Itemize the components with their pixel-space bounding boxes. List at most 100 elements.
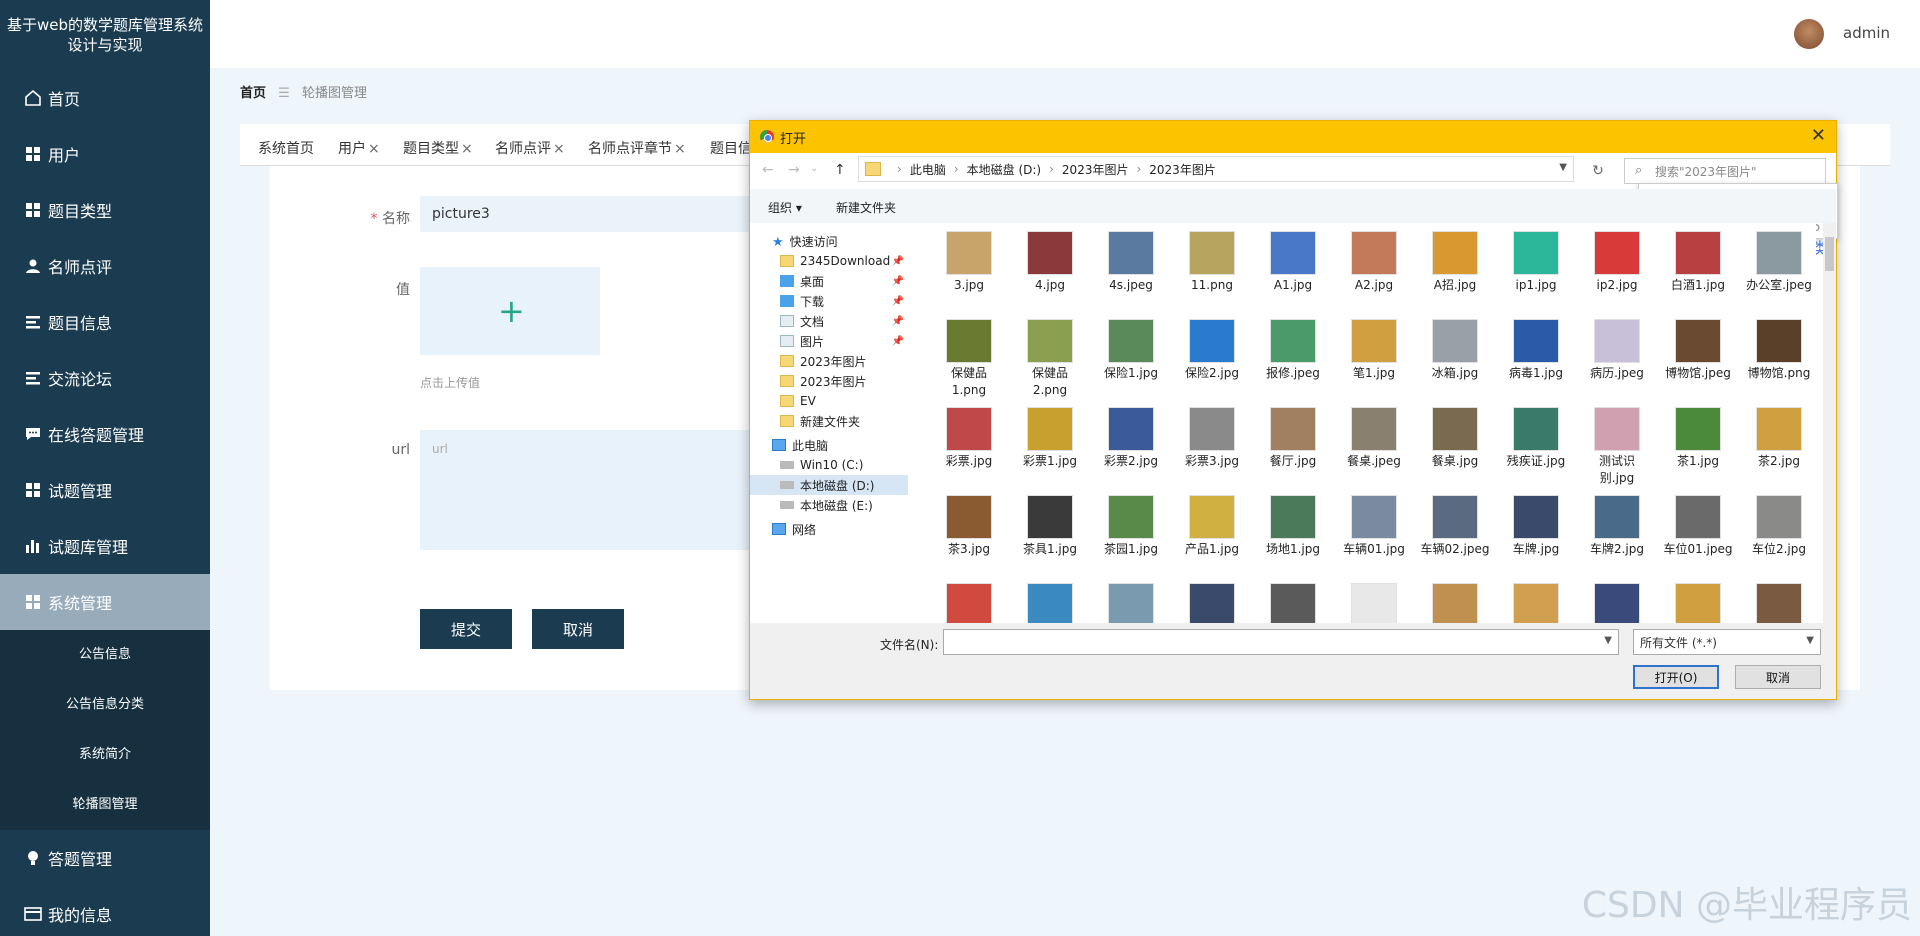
address-segment[interactable]: 本地磁盘 (D:) [967,161,1041,178]
sidebar-item-1[interactable]: 用户 [0,126,210,182]
file-item[interactable] [934,583,1004,623]
nav-pane-item[interactable]: 2023年图片 [750,351,908,371]
file-item[interactable]: 博物馆.png [1744,319,1814,382]
file-item[interactable]: A2.jpg [1339,231,1409,294]
file-scrollbar[interactable] [1823,223,1836,623]
submenu-item-2[interactable]: 系统简介 [0,730,210,780]
close-icon[interactable]: ✕ [1811,126,1826,146]
user-name[interactable]: admin [1843,24,1890,42]
chevron-down-icon[interactable]: ▼ [1559,162,1567,173]
file-item[interactable]: 报修.jpeg [1258,319,1328,382]
sidebar-item-10[interactable]: 答题管理 [0,830,210,886]
back-arrow-icon[interactable]: ← [762,162,774,178]
nav-pane-item[interactable]: 2023年图片 [750,371,908,391]
tab-users[interactable]: 用户 × [338,138,380,158]
file-item[interactable]: 博物馆.jpeg [1663,319,1733,382]
name-input[interactable]: picture3 [420,196,760,232]
file-item[interactable]: 办公室.jpeg [1744,231,1814,294]
file-item[interactable] [1582,583,1652,623]
file-item[interactable]: 车位2.jpg [1744,495,1814,558]
file-item[interactable]: 彩票.jpg [934,407,1004,470]
nav-pane-item[interactable]: 网络 [750,519,908,539]
dialog-cancel-button[interactable]: 取消 [1735,665,1821,689]
refresh-icon[interactable]: ↻ [1584,158,1612,184]
nav-pane-item[interactable]: EV [750,391,908,411]
file-item[interactable] [1096,583,1166,623]
file-item[interactable]: 白酒1.jpg [1663,231,1733,294]
file-item[interactable]: 残疾证.jpg [1501,407,1571,470]
file-item[interactable] [1501,583,1571,623]
file-item[interactable]: 11.png [1177,231,1247,294]
close-icon[interactable]: × [553,141,565,157]
upload-box[interactable]: + [420,267,600,355]
file-item[interactable]: 3.jpg [934,231,1004,294]
file-item[interactable]: 保健品1.png [934,319,1004,399]
file-item[interactable]: A招.jpg [1420,231,1490,294]
organize-button[interactable]: 组织 ▾ [768,199,802,216]
file-item[interactable]: 测试识别.jpg [1582,407,1652,487]
file-item[interactable]: 车牌2.jpg [1582,495,1652,558]
sidebar-item-2[interactable]: 题目类型 [0,182,210,238]
file-item[interactable]: ip1.jpg [1501,231,1571,294]
file-item[interactable] [1339,583,1409,623]
address-segment[interactable]: 2023年图片 [1062,161,1129,178]
breadcrumb-home[interactable]: 首页 [240,86,266,101]
file-item[interactable]: 冰箱.jpg [1420,319,1490,382]
new-folder-button[interactable]: 新建文件夹 [836,199,896,216]
nav-pane-item[interactable]: 本地磁盘 (D:) [750,475,908,495]
address-segment[interactable]: 此电脑 [910,161,946,178]
file-item[interactable]: 车牌.jpg [1501,495,1571,558]
tab-teacher-review-chapters[interactable]: 名师点评章节 × [588,138,686,158]
sidebar-item-7[interactable]: 试题管理 [0,462,210,518]
file-item[interactable] [1177,583,1247,623]
file-item[interactable] [1420,583,1490,623]
tab-question-types[interactable]: 题目类型 × [403,138,473,158]
nav-pane-item[interactable]: 桌面 📌 [750,271,908,291]
close-icon[interactable]: × [368,141,380,157]
file-item[interactable]: 保险2.jpg [1177,319,1247,382]
file-item[interactable]: 茶园1.jpg [1096,495,1166,558]
file-item[interactable]: A1.jpg [1258,231,1328,294]
sidebar-item-0[interactable]: 首页 [0,70,210,126]
file-item[interactable]: 车辆02.jpeg [1420,495,1490,558]
file-item[interactable] [1744,583,1814,623]
recent-locations-icon[interactable]: ⌄ [810,163,818,174]
file-item[interactable]: 彩票2.jpg [1096,407,1166,470]
file-item[interactable]: 场地1.jpg [1258,495,1328,558]
up-arrow-icon[interactable]: ↑ [834,162,846,178]
sidebar-item-8[interactable]: 试题库管理 [0,518,210,574]
submenu-item-1[interactable]: 公告信息分类 [0,680,210,730]
nav-pane-item[interactable]: 下载 📌 [750,291,908,311]
cancel-button[interactable]: 取消 [532,609,624,649]
sidebar-item-3[interactable]: 名师点评 [0,238,210,294]
file-item[interactable]: 彩票1.jpg [1015,407,1085,470]
file-item[interactable]: 病毒1.jpg [1501,319,1571,382]
nav-pane-item[interactable]: 此电脑 [750,435,908,455]
tab-home[interactable]: 系统首页 [258,138,316,158]
file-item[interactable]: 4.jpg [1015,231,1085,294]
file-item[interactable]: 茶1.jpg [1663,407,1733,470]
submenu-item-3[interactable]: 轮播图管理 [0,780,210,830]
nav-pane-item[interactable]: 图片 📌 [750,331,908,351]
nav-pane-item[interactable]: 本地磁盘 (E:) [750,495,908,515]
filename-input[interactable]: ▼ [943,629,1619,655]
file-item[interactable]: 保健品2.png [1015,319,1085,399]
sidebar-item-11[interactable]: 我的信息 [0,886,210,936]
file-item[interactable]: 彩票3.jpg [1177,407,1247,470]
search-input[interactable]: ⌕ 搜索"2023年图片" [1624,158,1826,184]
file-item[interactable] [1015,583,1085,623]
submit-button[interactable]: 提交 [420,609,512,649]
file-item[interactable]: 茶2.jpg [1744,407,1814,470]
scrollbar-thumb[interactable] [1825,237,1834,271]
file-item[interactable]: 车辆01.jpg [1339,495,1409,558]
sidebar-item-4[interactable]: 题目信息 [0,294,210,350]
file-item[interactable]: 病历.jpeg [1582,319,1652,382]
user-avatar[interactable] [1794,19,1824,49]
nav-pane-item[interactable]: ★ 快速访问 [750,231,908,251]
file-item[interactable]: 保险1.jpg [1096,319,1166,382]
filetype-select[interactable]: 所有文件 (*.*) ▼ [1633,629,1821,655]
sidebar-item-9[interactable]: 系统管理 [0,574,210,630]
file-item[interactable]: 茶具1.jpg [1015,495,1085,558]
sidebar-item-6[interactable]: 在线答题管理 [0,406,210,462]
nav-pane-item[interactable]: 文档 📌 [750,311,908,331]
